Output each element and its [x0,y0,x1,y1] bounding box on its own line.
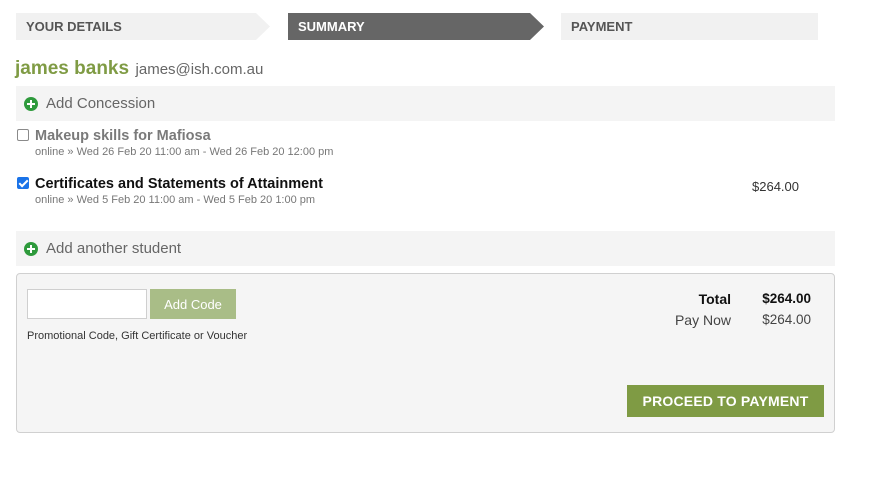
course-checkbox[interactable] [17,129,29,141]
pay-now-value: $264.00 [762,312,811,327]
step-summary: SUMMARY [288,13,544,40]
add-concession-label: Add Concession [46,95,156,112]
promo-code-input[interactable] [27,289,147,319]
course-schedule: online » Wed 26 Feb 20 11:00 am - Wed 26… [35,146,334,158]
proceed-to-payment-button[interactable]: PROCEED TO PAYMENT [627,385,824,417]
total-value: $264.00 [762,291,811,306]
course-title: Certificates and Statements of Attainmen… [35,176,323,192]
plus-circle-icon [24,96,38,111]
course-checkbox[interactable] [17,177,29,189]
student-name: james banks [15,58,130,79]
summary-panel: Add Code Promotional Code, Gift Certific… [16,273,835,433]
step-your-details[interactable]: YOUR DETAILS [16,13,270,40]
course-schedule: online » Wed 5 Feb 20 11:00 am - Wed 5 F… [35,194,316,206]
plus-circle-icon [24,241,38,256]
student-email: james@ish.com.au [135,61,264,78]
add-another-student-label: Add another student [46,240,182,257]
add-concession-button[interactable]: Add Concession [16,86,835,121]
total-label: Total [698,291,731,307]
checkout-steps: YOUR DETAILS SUMMARY PAYMENT [16,13,818,40]
course-title: Makeup skills for Mafiosa [35,128,211,144]
promo-help-text: Promotional Code, Gift Certificate or Vo… [27,330,248,342]
add-code-button[interactable]: Add Code [150,289,236,319]
pay-now-label: Pay Now [674,312,731,328]
student-header: james banks james@ish.com.au [15,58,263,80]
step-payment: PAYMENT [561,13,818,40]
add-another-student-button[interactable]: Add another student [16,231,835,266]
course-price: $264.00 [752,179,799,194]
